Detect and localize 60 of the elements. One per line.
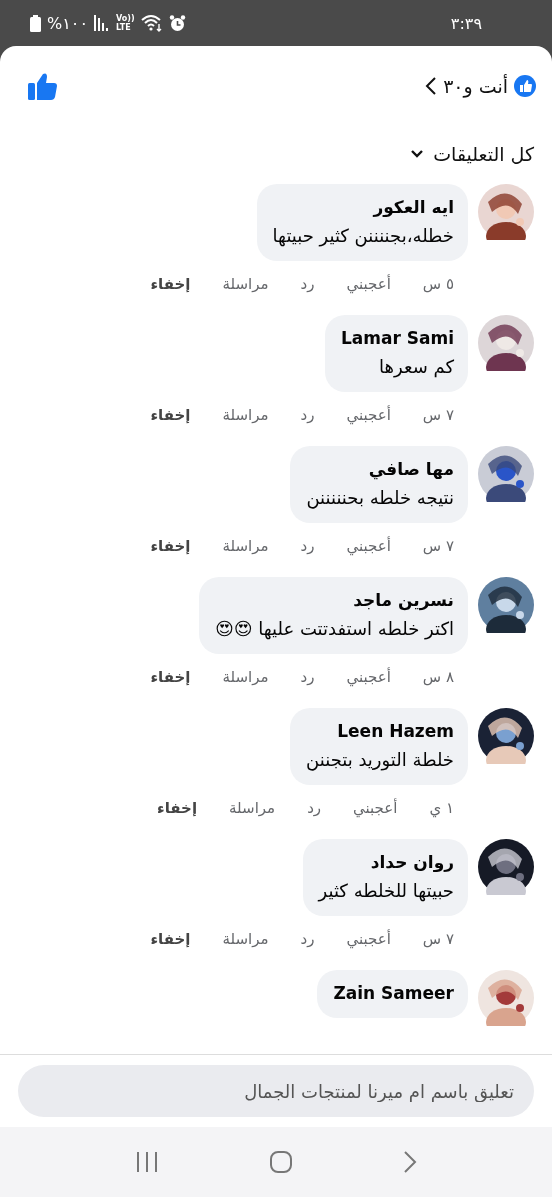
commenter-name[interactable]: Lamar Sami — [340, 328, 454, 348]
filter-label[interactable]: كل التعليقات — [433, 143, 534, 165]
comment-text: اكتر خلطه استفدتتت عليها 😍😍 — [215, 618, 454, 639]
comment-text: نتيجه خلطه بحنننننن — [306, 487, 454, 508]
comment-action[interactable]: مراسلة — [222, 668, 269, 686]
comment-input[interactable]: تعليق باسم ام ميرنا لمنتجات الجمال — [18, 1065, 534, 1117]
comment-text: حبيتها للخلطه كثير — [318, 880, 454, 901]
comment-time: ٧ س — [422, 406, 454, 424]
comment-action[interactable]: أعجبني — [346, 275, 391, 293]
comment-action[interactable]: إخفاء — [150, 668, 191, 686]
comment-action[interactable]: إخفاء — [150, 930, 191, 948]
comment-action[interactable]: أعجبني — [346, 537, 391, 555]
comment-time: ١ ي — [429, 799, 454, 817]
commenter-name[interactable]: ايه العكور — [272, 197, 454, 217]
like-badge-icon — [514, 75, 536, 97]
commenter-name[interactable]: نسرين ماجد — [215, 590, 454, 610]
comment-action[interactable]: أعجبني — [353, 799, 398, 817]
comment-time: ٧ س — [422, 930, 454, 948]
comment-action[interactable]: أعجبني — [346, 668, 391, 686]
comment-action[interactable]: مراسلة — [222, 930, 269, 948]
battery-level: %١٠٠ — [47, 13, 88, 33]
comment-time: ٧ س — [422, 537, 454, 555]
comment-action[interactable]: مراسلة — [222, 537, 269, 555]
home-icon[interactable] — [269, 1150, 293, 1174]
comment-text: كم سعرها — [378, 356, 454, 377]
commenter-name[interactable]: Leen Hazem — [306, 721, 454, 741]
clock: ٣:٣٩ — [450, 13, 482, 33]
comment-action[interactable]: رد — [300, 537, 315, 555]
back-icon[interactable] — [403, 1150, 417, 1174]
comment-action[interactable]: مراسلة — [229, 799, 276, 817]
comment-action[interactable]: رد — [300, 275, 315, 293]
commenter-name[interactable]: روان حداد — [318, 852, 454, 872]
comment-text: خطله،بجننننن كثير حبيتها — [272, 225, 454, 246]
comment-action[interactable]: أعجبني — [346, 930, 391, 948]
comment-action[interactable]: رد — [300, 406, 315, 424]
reactions-summary[interactable]: أنت و٣٠ — [443, 75, 508, 97]
comment-action[interactable]: إخفاء — [150, 537, 191, 555]
thumbs-up-icon[interactable] — [28, 72, 58, 100]
battery-icon — [30, 14, 41, 32]
comment-time: ٨ س — [422, 668, 454, 686]
commenter-name[interactable]: Zain Sameer — [333, 983, 454, 1003]
comment-action[interactable]: رد — [307, 799, 322, 817]
commenter-name[interactable]: مها صافي — [306, 459, 454, 479]
comment-action[interactable]: إخفاء — [150, 275, 191, 293]
comment-action[interactable]: مراسلة — [222, 275, 269, 293]
comment-time: ٥ س — [422, 275, 454, 293]
wifi-icon — [140, 14, 163, 32]
recent-apps-icon[interactable] — [135, 1151, 159, 1173]
chevron-icon[interactable] — [425, 76, 438, 96]
comment-action[interactable]: إخفاء — [157, 799, 198, 817]
comment-action[interactable]: مراسلة — [222, 406, 269, 424]
comment-text: خلطة التوريد بتجننن — [306, 749, 454, 770]
comment-action[interactable]: رد — [300, 930, 315, 948]
comment-action[interactable]: إخفاء — [150, 406, 191, 424]
comment-action[interactable]: رد — [300, 668, 315, 686]
comment-action[interactable]: أعجبني — [346, 406, 391, 424]
network-type: Vo)) LTE — [116, 14, 135, 32]
dropdown-icon[interactable] — [411, 150, 424, 158]
signal-icon — [94, 15, 110, 31]
alarm-icon — [168, 14, 186, 32]
